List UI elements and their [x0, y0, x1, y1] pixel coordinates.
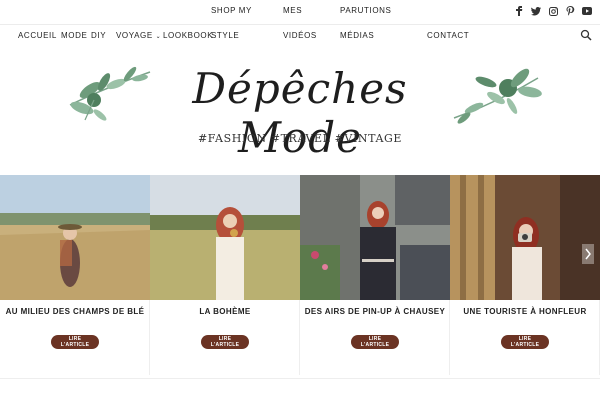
- chevron-right-icon: [585, 248, 591, 260]
- post-photo[interactable]: [300, 175, 450, 300]
- post-card[interactable]: AU MILIEU DES CHAMPS DE BLÉ LIRE L'ARTIC…: [0, 175, 150, 375]
- read-article-button[interactable]: LIRE L'ARTICLE: [501, 335, 549, 349]
- nav-lookbook[interactable]: LOOKBOOK: [163, 31, 213, 41]
- read-article-button[interactable]: LIRE L'ARTICLE: [351, 335, 399, 349]
- post-card[interactable]: DES AIRS DE PIN-UP À CHAUSEY LIRE L'ARTI…: [300, 175, 450, 375]
- post-title[interactable]: UNE TOURISTE À HONFLEUR: [450, 307, 600, 316]
- facebook-icon[interactable]: [514, 6, 524, 16]
- instagram-icon[interactable]: [548, 6, 558, 16]
- site-logo[interactable]: Dépêches Mode #FASHION #TRAVEL #VINTAGE: [0, 52, 600, 162]
- post-title[interactable]: AU MILIEU DES CHAMPS DE BLÉ: [0, 307, 150, 316]
- tagline: #FASHION #TRAVEL #VINTAGE: [197, 132, 403, 145]
- read-article-button[interactable]: LIRE L'ARTICLE: [51, 335, 99, 349]
- nav-medias[interactable]: MÉDIAS: [340, 31, 374, 41]
- post-title[interactable]: DES AIRS DE PIN-UP À CHAUSEY: [300, 307, 450, 316]
- post-title[interactable]: LA BOHÈME: [150, 307, 300, 316]
- nav-voyage-label: VOYAGE: [116, 31, 153, 40]
- nav-parutions[interactable]: PARUTIONS: [340, 6, 391, 16]
- youtube-icon[interactable]: [582, 6, 592, 16]
- carousel-next-arrow[interactable]: [582, 244, 594, 264]
- post-card[interactable]: LA BOHÈME LIRE L'ARTICLE: [150, 175, 300, 375]
- bottom-divider: [0, 378, 600, 379]
- leaf-decoration-right-icon: [453, 68, 542, 124]
- nav-mes[interactable]: MES: [283, 6, 302, 16]
- post-card[interactable]: UNE TOURISTE À HONFLEUR LIRE L'ARTICLE: [450, 175, 600, 375]
- search-icon[interactable]: [580, 28, 594, 42]
- nav-voyage[interactable]: VOYAGE ⌄: [116, 31, 161, 42]
- post-photo[interactable]: [0, 175, 150, 300]
- social-links: [514, 6, 592, 16]
- post-photo[interactable]: [450, 175, 600, 300]
- nav-accueil[interactable]: ACCUEIL: [18, 31, 57, 41]
- featured-posts: AU MILIEU DES CHAMPS DE BLÉ LIRE L'ARTIC…: [0, 175, 600, 380]
- nav-shop-my[interactable]: SHOP MY: [211, 6, 252, 16]
- nav-videos[interactable]: VIDÉOS: [283, 31, 317, 41]
- pinterest-icon[interactable]: [565, 6, 575, 16]
- chevron-down-icon: ⌄: [155, 34, 162, 40]
- nav-mode[interactable]: MODE: [61, 31, 87, 41]
- nav-diy[interactable]: DIY: [91, 31, 106, 41]
- twitter-icon[interactable]: [531, 6, 541, 16]
- top-navigation: SHOP MY MES PARUTIONS ACCUEIL MODE DIY V…: [0, 0, 600, 50]
- nav-style[interactable]: STYLE: [211, 31, 239, 41]
- logo-text: Dépêches Mode: [192, 64, 408, 162]
- read-article-button[interactable]: LIRE L'ARTICLE: [201, 335, 249, 349]
- nav-contact[interactable]: CONTACT: [427, 31, 469, 41]
- nav-divider: [0, 24, 600, 25]
- post-photo[interactable]: [150, 175, 300, 300]
